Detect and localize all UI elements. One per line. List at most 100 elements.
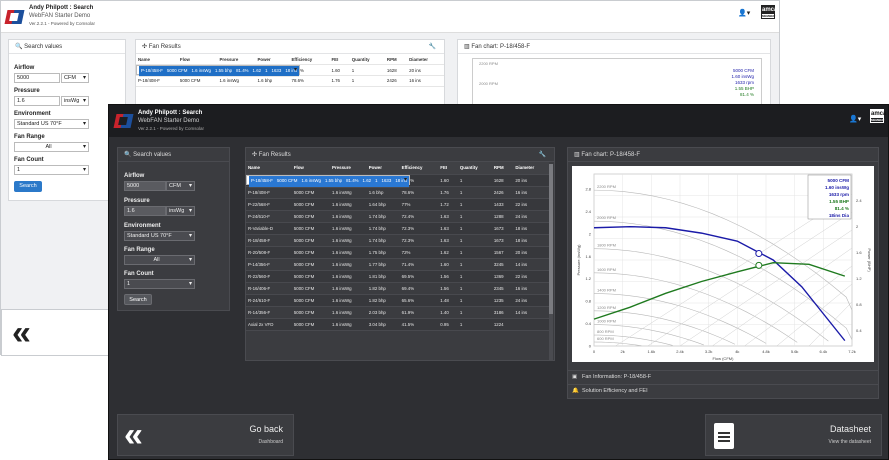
- table-row[interactable]: P-24/610-F 5000 CFM 1.6 insWg 1.74 bhp 72.4%…: [246, 210, 549, 223]
- table-cell: 5000 CFM: [291, 306, 331, 319]
- col-flow[interactable]: Flow: [291, 162, 331, 175]
- y-tick-label: 0.8: [585, 299, 591, 304]
- airflow-unit-select[interactable]: CFM: [61, 73, 89, 83]
- table-cell: 5000 CFM: [291, 198, 331, 211]
- table-cell: 5000 CFM: [274, 175, 300, 188]
- col-name[interactable]: Name: [136, 54, 178, 65]
- double-chevron-left-icon: «: [12, 314, 31, 352]
- table-row[interactable]: R-18/458-F 5000 CFM 1.6 insWg 1.74 bhp 72.3%…: [246, 234, 549, 247]
- col-quantity[interactable]: Quantity: [349, 54, 385, 65]
- table-row[interactable]: P-18/458-F 5000 CFM 1.6 insWg 1.55 bhp 81.4%…: [136, 65, 301, 77]
- x-tick-label: 0: [593, 349, 596, 354]
- table-row[interactable]: R-22/560-F 5000 CFM 1.6 insWg 1.81 bhp 69.5%…: [246, 270, 549, 283]
- col-rpm[interactable]: RPM: [491, 162, 514, 175]
- wrench-icon[interactable]: 🔧: [539, 148, 546, 162]
- table-cell: 24 ins: [513, 294, 549, 307]
- table-cell: 1673: [491, 222, 514, 235]
- table-row[interactable]: Axial 2x VFD 5000 CFM 1.6 insWg 3.04 bhp 41.…: [246, 318, 549, 331]
- environment-select[interactable]: Standard US 70°F: [124, 231, 195, 241]
- fan-info-bar[interactable]: ▣ Fan Information: P-18/458-F: [568, 370, 878, 383]
- table-cell: 1.74 bhp: [366, 234, 400, 247]
- legend-item: 1.60 insWg: [825, 185, 849, 190]
- table-cell: 20 ins: [513, 246, 549, 259]
- fan-count-select[interactable]: 1: [124, 279, 195, 289]
- x-tick-label: 2.4k: [676, 349, 684, 354]
- table-cell: 1: [457, 258, 492, 271]
- table-row[interactable]: P-18/408-F 5000 CFM 1.6 insWg 1.6 bhp 78.6% 1…: [246, 186, 549, 199]
- col-efficiency[interactable]: Efficiency: [399, 162, 439, 175]
- col-diameter[interactable]: Diameter: [513, 162, 549, 175]
- table-row[interactable]: R-14/356-F 5000 CFM 1.6 insWg 2.03 bhp 61.9%…: [246, 306, 549, 319]
- table-cell: 2426: [384, 75, 408, 87]
- user-menu-icon[interactable]: 👤▾: [849, 115, 861, 123]
- col-pressure[interactable]: Pressure: [217, 54, 256, 65]
- pressure-input[interactable]: 1.6: [124, 206, 166, 216]
- foreground-window: Andy Philpott : Search WebFAN Starter De…: [108, 104, 889, 460]
- col-name[interactable]: Name: [246, 162, 292, 175]
- operating-point-pressure: [755, 250, 763, 258]
- col-fei[interactable]: FEI: [329, 54, 350, 65]
- col-power[interactable]: Power: [255, 54, 290, 65]
- table-cell: 1: [457, 186, 492, 199]
- pressure-unit-select[interactable]: insWg: [166, 206, 195, 216]
- col-efficiency[interactable]: Efficiency: [289, 54, 330, 65]
- table-cell: 1.74 bhp: [366, 222, 400, 235]
- col-pressure[interactable]: Pressure: [330, 162, 367, 175]
- table-row[interactable]: R-Variable-D 5000 CFM 1.6 insWg 1.74 bhp 72.…: [246, 222, 549, 235]
- table-row[interactable]: P-18/408-F 5000 CFM 1.6 insWg 1.6 bhp 78.6% 1…: [136, 75, 444, 87]
- version-text: Ver.2.2.1 - Powered by Comsolar: [29, 21, 96, 26]
- airflow-input[interactable]: 5000: [124, 181, 166, 191]
- wrench-icon[interactable]: 🔧: [429, 40, 436, 54]
- table-row[interactable]: R-24/610-F 5000 CFM 1.6 insWg 1.82 bhp 65.6%…: [246, 294, 549, 307]
- environment-select[interactable]: Standard US 70°F: [14, 119, 89, 129]
- airflow-unit-select[interactable]: CFM: [166, 181, 195, 191]
- col-flow[interactable]: Flow: [177, 54, 218, 65]
- col-rpm[interactable]: RPM: [384, 54, 408, 65]
- table-row[interactable]: R-20/508-F 5000 CFM 1.6 insWg 1.75 bhp 72% 1.…: [246, 246, 549, 259]
- go-back-tile-back[interactable]: «: [1, 309, 109, 356]
- col-fei[interactable]: FEI: [438, 162, 458, 175]
- fan-count-select[interactable]: 1: [14, 165, 89, 175]
- y-tick-label: 1.6: [585, 254, 591, 259]
- speed-label: 1000 RPM: [597, 319, 616, 324]
- table-cell: 1.6 insWg: [330, 198, 367, 211]
- table-row[interactable]: P-14/356-F 5000 CFM 1.6 insWg 1.77 bhp 71.4%…: [246, 258, 549, 271]
- search-panel-header: 🔍 Search values: [118, 148, 229, 162]
- col-diameter[interactable]: Diameter: [407, 54, 444, 65]
- fan-range-select[interactable]: All: [14, 142, 89, 152]
- pressure-unit-select[interactable]: insWg: [61, 96, 89, 106]
- table-cell: 1.55 bhp: [323, 175, 345, 188]
- pressure-input[interactable]: 1.6: [14, 96, 60, 106]
- table-cell: 1.56: [438, 270, 458, 283]
- table-cell: 72.3%: [399, 222, 439, 235]
- search-icon: 🔍: [15, 44, 23, 50]
- table-cell: 78.6%: [399, 186, 439, 199]
- col-quantity[interactable]: Quantity: [457, 162, 492, 175]
- search-button[interactable]: Search: [124, 294, 152, 305]
- datasheet-button[interactable]: Datasheet View the datasheet: [705, 414, 882, 456]
- user-menu-icon[interactable]: 👤▾: [738, 9, 750, 17]
- table-cell: 2345: [491, 282, 514, 295]
- x-tick-label: 4k: [735, 349, 739, 354]
- table-cell: 5000 CFM: [291, 294, 331, 307]
- col-power[interactable]: Power: [366, 162, 400, 175]
- table-row[interactable]: P-18/458-F 5000 CFM 1.6 insWg 1.55 bhp 81.4%…: [246, 174, 411, 188]
- y-tick-label: 2.8: [585, 187, 591, 192]
- results-panel: ✣ Fan Results 🔧 Name Flow Pressure Power …: [245, 147, 555, 361]
- results-table: Name Flow Pressure Power Efficiency FEI …: [246, 162, 549, 331]
- go-back-button[interactable]: « Go back Dashboard: [117, 414, 294, 456]
- results-scrollbar[interactable]: [549, 164, 553, 360]
- chart-title: Fan chart: P-18/458-F: [581, 152, 641, 158]
- table-cell: 5000 CFM: [291, 186, 331, 199]
- search-button[interactable]: Search: [14, 181, 42, 192]
- fan-chart[interactable]: 2200 RPM 2000 RPM 1800 RPM 1600 RPM 1400 RPM…: [572, 166, 874, 362]
- table-row[interactable]: P-22/568-F 5000 CFM 1.6 insWg 1.64 bhp 77% 1.…: [246, 198, 549, 211]
- airflow-input[interactable]: 5000: [14, 73, 60, 83]
- solution-efficiency-bar[interactable]: 🔔 Solution Efficiency and FEI: [568, 384, 878, 397]
- table-cell: 1.60: [438, 258, 458, 271]
- fan-range-select[interactable]: All: [124, 255, 195, 265]
- table-row[interactable]: R-16/406-F 5000 CFM 1.6 insWg 1.82 bhp 69.4%…: [246, 282, 549, 295]
- fan-info-label: Fan Information: P-18/458-F: [582, 374, 652, 380]
- table-cell: 1.63: [438, 210, 458, 223]
- table-cell: 72.3%: [399, 234, 439, 247]
